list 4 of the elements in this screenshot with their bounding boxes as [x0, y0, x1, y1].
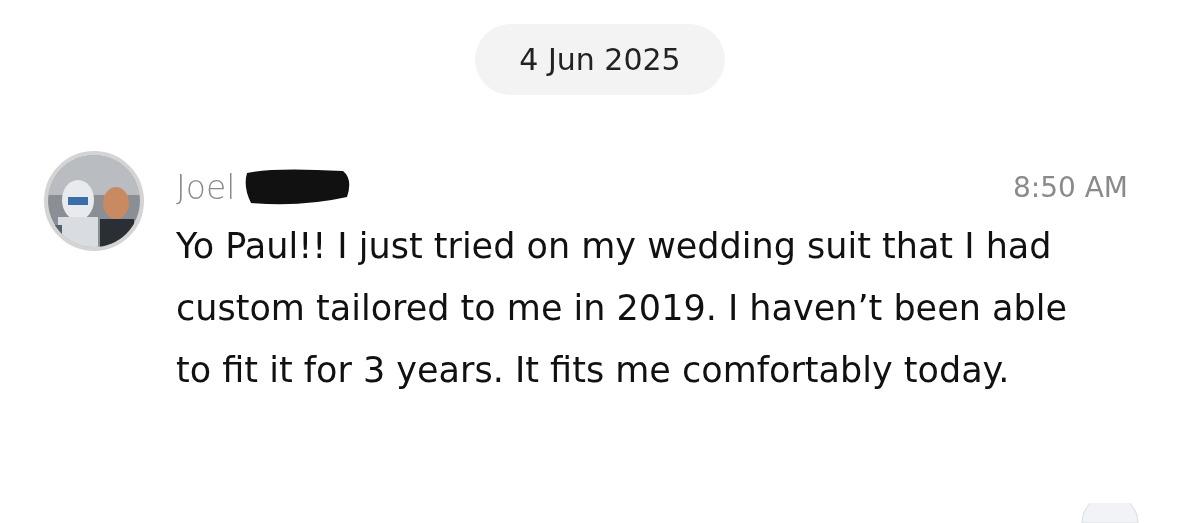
sender-name: Joel — [176, 167, 236, 207]
message-text: Yo Paul!! I just tried on my wedding suit that I had custom tailored to me in 2019. I haven’t been able to fit it for 3 years. It fits me comfortably today. — [176, 225, 1068, 392]
date-divider: 4 Jun 2025 — [475, 24, 725, 95]
message-time: 8:50 AM — [1012, 170, 1128, 204]
